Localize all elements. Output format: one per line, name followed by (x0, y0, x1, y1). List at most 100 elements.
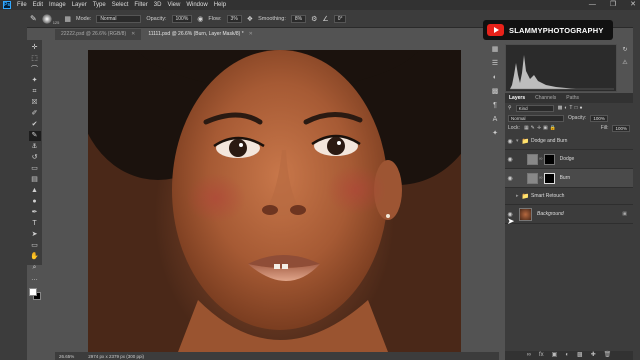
libraries-panel-icon[interactable]: ▩ (490, 87, 500, 97)
add-mask-icon[interactable]: ▣ (552, 351, 558, 360)
stamp-tool-icon[interactable]: ⚓ (29, 142, 41, 152)
character-panel-icon[interactable]: A (490, 115, 500, 125)
tab-close-icon[interactable]: ✕ (249, 29, 253, 40)
brush-preview-icon[interactable] (41, 13, 52, 24)
menu-help[interactable]: Help (214, 2, 226, 8)
menu-3d[interactable]: 3D (154, 2, 162, 8)
marquee-tool-icon[interactable]: ⬚ (29, 54, 41, 64)
brush-preset-icon[interactable]: ✎ (30, 14, 37, 23)
layer-mask-thumbnail[interactable] (543, 172, 555, 184)
frame-tool-icon[interactable]: ☒ (29, 98, 41, 108)
adjustments-panel-icon[interactable]: ◐ (490, 73, 500, 83)
adjustment-layer-icon[interactable]: ◐ (565, 351, 569, 360)
healing-tool-icon[interactable]: ✔ (29, 120, 41, 130)
pressure-opacity-icon[interactable]: ◉ (197, 15, 203, 23)
hand-tool-icon[interactable]: ✋ (29, 252, 41, 262)
chevron-down-icon[interactable]: ▾ (516, 138, 519, 144)
shape-tool-icon[interactable]: ▭ (29, 241, 41, 251)
visibility-eye-icon[interactable]: ◉ (505, 175, 515, 182)
layer-thumbnail[interactable] (519, 207, 532, 221)
menu-select[interactable]: Select (112, 2, 129, 8)
lasso-tool-icon[interactable]: ⌒ (29, 65, 41, 75)
layer-opacity-input[interactable]: 100% (590, 114, 608, 122)
opacity-input[interactable]: 100% (171, 14, 193, 23)
tab-11111[interactable]: 11111.psd @ 26.6% (Burn, Layer Mask/8) *… (142, 29, 259, 40)
portrait-photo[interactable] (88, 50, 461, 352)
brush-tool-icon[interactable]: ✎ (28, 131, 41, 141)
minimize-button[interactable]: — (589, 0, 596, 10)
kind-filter-select[interactable]: Kind (515, 104, 554, 112)
menu-image[interactable]: Image (49, 2, 66, 8)
more-tools-icon[interactable]: … (29, 274, 41, 284)
dodge-tool-icon[interactable]: ● (29, 197, 41, 207)
crop-tool-icon[interactable]: ⌗ (29, 87, 41, 97)
zoom-tool-icon[interactable]: ⌕ (29, 263, 41, 273)
blur-tool-icon[interactable]: ▲ (29, 186, 41, 196)
filter-icons[interactable]: ▩◐T□● (558, 105, 585, 111)
mode-select[interactable]: Normal (96, 14, 142, 23)
lock-icons[interactable]: ▦✎✛▣🔒 (524, 125, 558, 131)
visibility-eye-icon[interactable]: ◉ (505, 156, 515, 163)
layer-burn[interactable]: ◉ ∞ Burn (505, 169, 633, 188)
canvas-area[interactable] (42, 40, 499, 352)
lock-icon[interactable]: ▣ (622, 211, 627, 217)
maximize-button[interactable]: ❐ (610, 0, 616, 10)
menu-type[interactable]: Type (93, 2, 106, 8)
paragraph-panel-icon[interactable]: ¶ (490, 101, 500, 111)
link-chain-icon[interactable]: ∞ (539, 175, 543, 181)
history-brush-icon[interactable]: ↺ (29, 153, 41, 163)
histogram-warning-icon[interactable]: ⚠ (622, 59, 627, 66)
tab-close-icon[interactable]: ✕ (131, 29, 135, 40)
layer-background[interactable]: ◉ Background ▣ (505, 205, 633, 224)
new-layer-icon[interactable]: ✚ (591, 351, 596, 360)
layer-mask-thumbnail[interactable] (543, 153, 555, 165)
fill-label: Fill: (600, 125, 609, 131)
menu-layer[interactable]: Layer (72, 2, 87, 8)
chevron-right-icon[interactable]: ▸ (516, 193, 519, 199)
menu-window[interactable]: Window (186, 2, 207, 8)
delete-layer-icon[interactable]: 🗑 (604, 351, 612, 360)
menu-file[interactable]: File (17, 2, 27, 8)
layer-thumbnail[interactable] (527, 153, 538, 165)
blend-mode-select[interactable]: Normal (508, 114, 564, 122)
visibility-eye-icon[interactable]: ◉ (505, 138, 515, 145)
eyedropper-tool-icon[interactable]: ✐ (29, 109, 41, 119)
angle-input[interactable]: 0° (333, 14, 347, 23)
link-chain-icon[interactable]: ∞ (539, 156, 543, 162)
tab-layers[interactable]: Layers (509, 93, 525, 103)
properties-panel-icon[interactable]: ☰ (490, 59, 500, 69)
layer-group-dodge-and-burn[interactable]: ◉ ▾ 📁 Dodge and Burn (505, 133, 633, 150)
pen-tool-icon[interactable]: ✒ (29, 208, 41, 218)
tab-paths[interactable]: Paths (566, 93, 579, 103)
brush-panel-icon[interactable]: ▦ (64, 15, 71, 23)
close-button[interactable]: ✕ (630, 0, 636, 10)
airbrush-icon[interactable]: ❖ (247, 15, 253, 23)
move-tool-icon[interactable]: ✛ (29, 43, 41, 53)
gradient-tool-icon[interactable]: ▤ (29, 175, 41, 185)
smoothing-input[interactable]: 8% (290, 14, 307, 23)
layer-dodge[interactable]: ◉ ∞ Dodge (505, 150, 633, 169)
layer-thumbnail[interactable] (527, 172, 538, 184)
tab-channels[interactable]: Channels (535, 93, 556, 103)
layer-group-smart-retouch[interactable]: ▸ 📁 Smart Retouch (505, 188, 633, 205)
link-layers-icon[interactable]: ∞ (527, 351, 531, 360)
zoom-level[interactable]: 26.65% (59, 354, 74, 359)
menu-filter[interactable]: Filter (134, 2, 147, 8)
foreground-color-swatch[interactable] (29, 288, 37, 296)
path-select-tool-icon[interactable]: ➤ (29, 230, 41, 240)
smoothing-settings-icon[interactable]: ⚙ (311, 15, 317, 23)
quick-select-tool-icon[interactable]: ✦ (29, 76, 41, 86)
menu-view[interactable]: View (167, 2, 180, 8)
fx-icon[interactable]: fx (539, 351, 544, 360)
flow-input[interactable]: 3% (226, 14, 242, 23)
histogram-refresh-icon[interactable]: ↻ (622, 46, 627, 53)
fill-input[interactable]: 100% (612, 124, 630, 132)
menu-edit[interactable]: Edit (33, 2, 43, 8)
new-group-icon[interactable]: ▩ (577, 351, 583, 360)
history-panel-icon[interactable]: ▦ (490, 45, 500, 55)
angle-icon: ∠ (322, 15, 329, 23)
tab-22222[interactable]: 22222.psd @ 26.6% (RGB/8) ✕ (55, 29, 142, 40)
type-tool-icon[interactable]: T (29, 219, 41, 229)
brushes-panel-icon[interactable]: ✦ (490, 129, 500, 139)
eraser-tool-icon[interactable]: ▭ (29, 164, 41, 174)
